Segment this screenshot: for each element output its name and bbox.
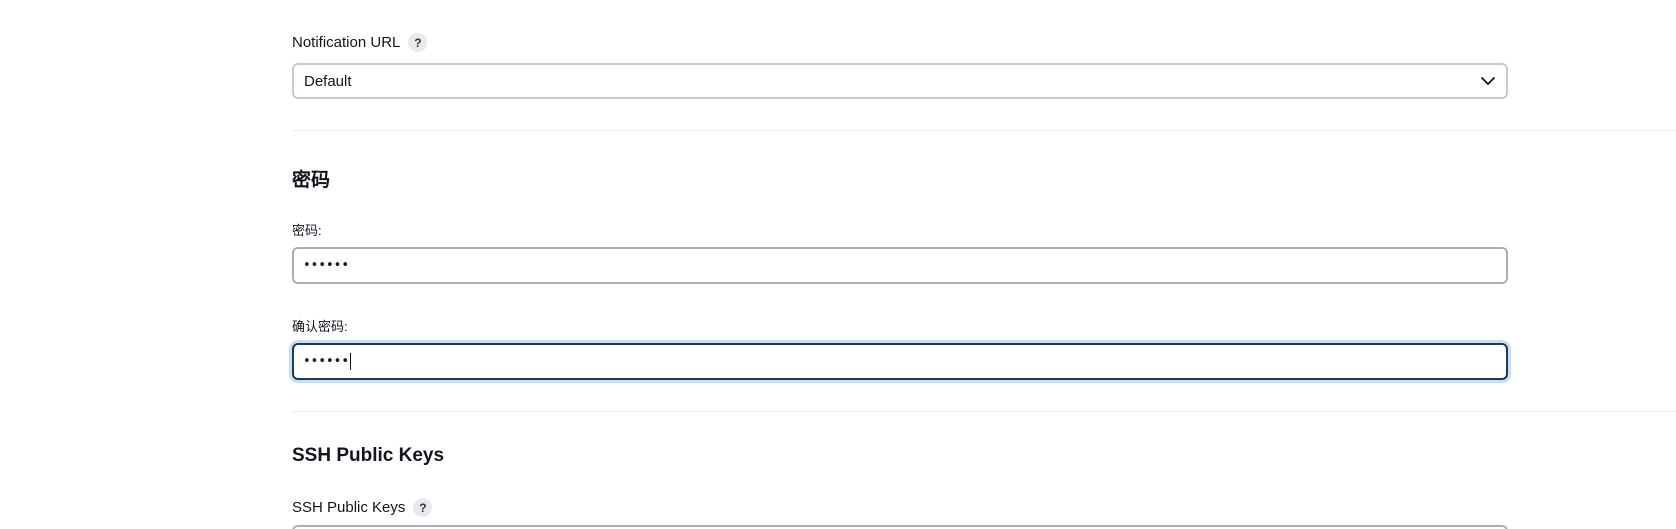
help-icon[interactable]: ? [413, 498, 433, 517]
user-config-page: Notification URL ? Default 密码 密码: ••••••… [0, 0, 1676, 529]
section-divider [292, 130, 1676, 131]
ssh-keys-textarea[interactable] [292, 525, 1508, 529]
notification-url-select[interactable]: Default [292, 63, 1508, 99]
password-input[interactable]: •••••• [292, 247, 1508, 284]
confirm-password-input-value: •••••• [303, 354, 350, 369]
confirm-password-label: 确认密码: [292, 319, 348, 334]
chevron-down-icon [1480, 73, 1496, 89]
password-input-value: •••••• [303, 258, 350, 273]
text-caret [350, 353, 352, 370]
ssh-section-title: SSH Public Keys [292, 445, 445, 466]
password-label: 密码: [292, 223, 322, 238]
ssh-keys-label-row: SSH Public Keys ? [292, 498, 433, 517]
notification-url-label-row: Notification URL ? [292, 33, 428, 52]
notification-url-label: Notification URL [292, 34, 401, 51]
ssh-keys-label: SSH Public Keys [292, 499, 406, 516]
notification-url-selected-value: Default [304, 72, 352, 90]
help-icon[interactable]: ? [408, 33, 428, 52]
confirm-password-input[interactable]: •••••• [292, 343, 1508, 380]
password-section-title: 密码 [292, 170, 331, 191]
section-divider [292, 411, 1676, 412]
